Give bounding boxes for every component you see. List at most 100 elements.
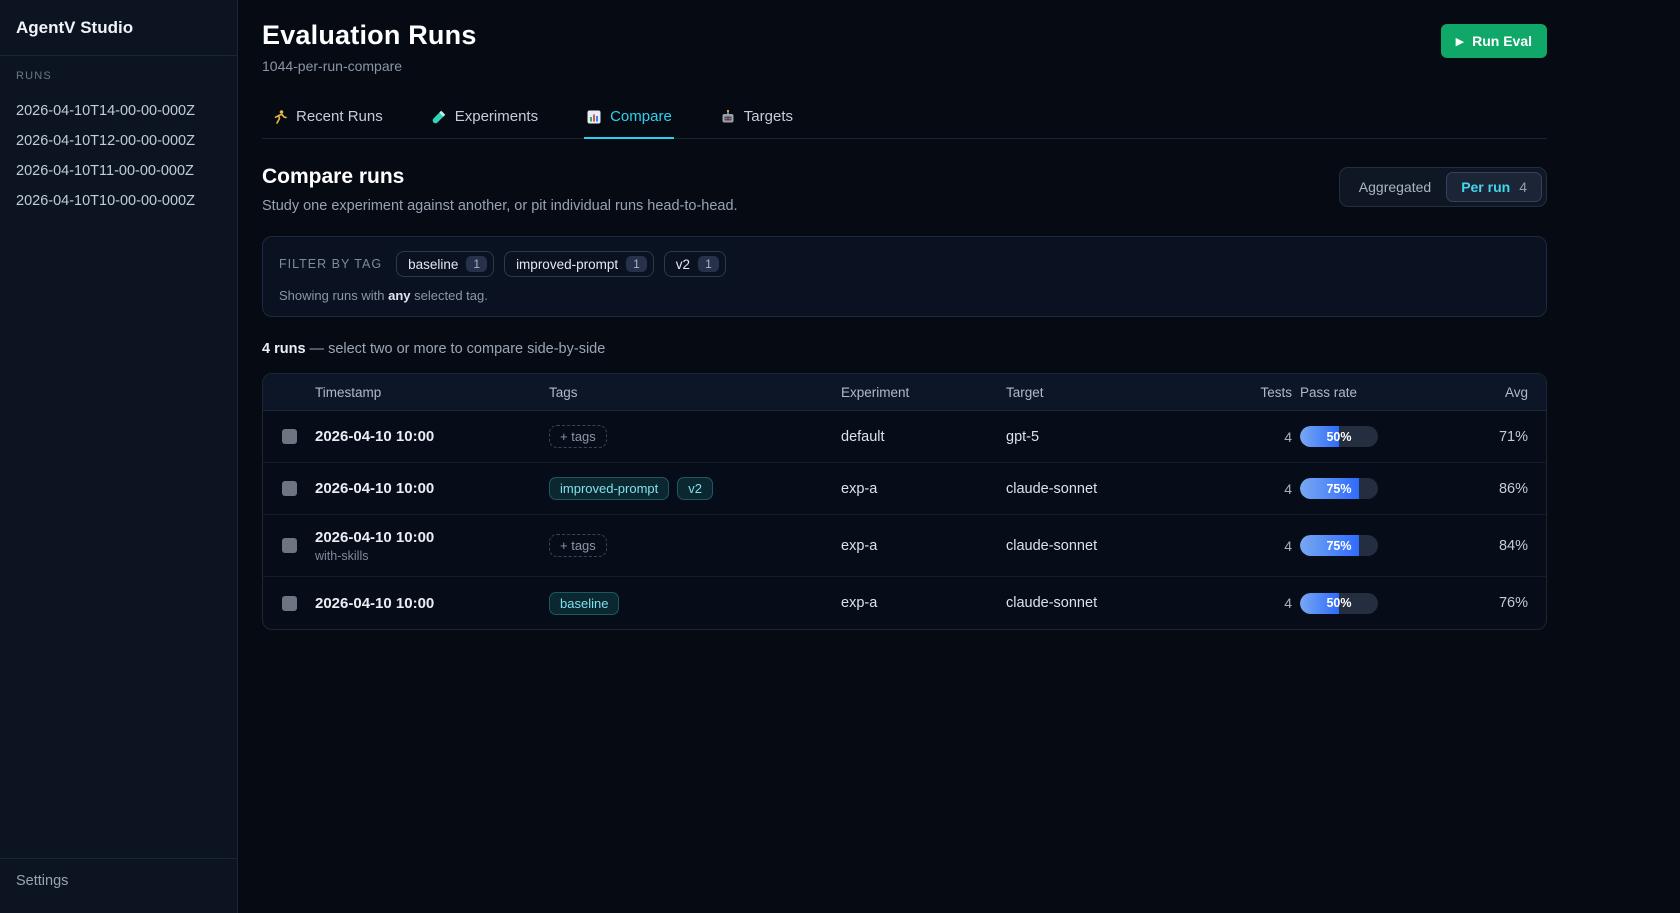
run-target: claude-sonnet [1006,538,1230,554]
pass-rate-pill: 50% [1300,426,1378,447]
run-avg: 71% [1442,429,1528,445]
tab-compare[interactable]: Compare [584,100,674,139]
run-subtitle: with-skills [315,549,549,563]
run-tests: 4 [1230,538,1292,554]
tab-experiments[interactable]: Experiments [429,100,540,139]
app-root: AgentV Studio RUNS 2026-04-10T14-00-00-0… [0,0,1680,913]
pass-rate-pill: 50% [1300,593,1378,614]
col-avg: Avg [1442,385,1528,400]
tab-label: Targets [744,108,793,125]
run-tests: 4 [1230,481,1292,497]
run-eval-label: Run Eval [1472,33,1532,49]
page-title: Evaluation Runs [262,20,477,51]
table-row[interactable]: 2026-04-10 10:00 + tags default gpt-5 4 … [263,411,1546,463]
pass-rate-label: 75% [1300,478,1378,499]
sidebar-run-item[interactable]: 2026-04-10T12-00-00-000Z [16,126,221,156]
tag-name: v2 [676,257,690,272]
filter-note: Showing runs with any selected tag. [279,288,1530,303]
sidebar-run-item[interactable]: 2026-04-10T11-00-00-000Z [16,156,221,186]
tab-bar: Recent Runs Experiments Compare [262,100,1547,139]
run-tests: 4 [1230,429,1292,445]
page-header: Evaluation Runs 1044-per-run-compare ▶ R… [262,20,1547,74]
tag-count-badge: 1 [626,256,647,272]
run-experiment: default [841,429,1006,445]
run-experiment: exp-a [841,595,1006,611]
pass-rate-pill: 75% [1300,478,1378,499]
tag-name: improved-prompt [516,257,618,272]
per-run-label: Per run [1461,179,1510,195]
app-title: AgentV Studio [0,0,237,56]
run-timestamp: 2026-04-10 10:00 [315,529,549,546]
run-timestamp: 2026-04-10 10:00 [315,480,549,497]
main-content: Evaluation Runs 1044-per-run-compare ▶ R… [238,0,1680,913]
run-target: gpt-5 [1006,429,1230,445]
run-timestamp: 2026-04-10 10:00 [315,595,549,612]
filter-tag-improved-prompt[interactable]: improved-prompt 1 [504,251,654,277]
run-eval-button[interactable]: ▶ Run Eval [1441,24,1547,58]
play-icon: ▶ [1456,35,1464,48]
pass-rate-pill: 75% [1300,535,1378,556]
sidebar: AgentV Studio RUNS 2026-04-10T14-00-00-0… [0,0,238,913]
tab-label: Recent Runs [296,108,383,125]
pass-rate-label: 75% [1300,535,1378,556]
run-experiment: exp-a [841,538,1006,554]
pass-rate-label: 50% [1300,426,1378,447]
col-pass-rate: Pass rate [1292,385,1442,400]
col-experiment: Experiment [841,385,1006,400]
sidebar-footer: Settings [0,858,237,913]
compare-heading: Compare runs [262,165,738,189]
tab-label: Compare [610,108,672,125]
sidebar-runs-section: RUNS 2026-04-10T14-00-00-000Z 2026-04-10… [0,56,237,230]
add-tags-button[interactable]: + tags [549,534,607,557]
tag-name: baseline [408,257,458,272]
runs-summary: 4 runs — select two or more to compare s… [262,341,1547,357]
toggle-per-run[interactable]: Per run 4 [1446,172,1542,202]
bar-chart-icon [586,109,602,125]
run-avg: 76% [1442,595,1528,611]
run-tag[interactable]: improved-prompt [549,477,669,500]
view-mode-toggle: Aggregated Per run 4 [1339,167,1547,207]
col-tags: Tags [549,385,841,400]
tag-count-badge: 1 [698,256,719,272]
test-tube-icon [431,109,447,125]
run-tests: 4 [1230,595,1292,611]
tag-count-badge: 1 [466,256,487,272]
compare-description: Study one experiment against another, or… [262,198,738,214]
run-tag[interactable]: v2 [677,477,713,500]
run-avg: 84% [1442,538,1528,554]
table-row[interactable]: 2026-04-10 10:00 baseline exp-a claude-s… [263,577,1546,629]
run-target: claude-sonnet [1006,481,1230,497]
sidebar-run-item[interactable]: 2026-04-10T10-00-00-000Z [16,186,221,216]
settings-link[interactable]: Settings [16,873,221,889]
tag-filter-card: FILTER BY TAG baseline 1 improved-prompt… [262,236,1547,317]
run-timestamp: 2026-04-10 10:00 [315,428,549,445]
filter-tag-v2[interactable]: v2 1 [664,251,726,277]
runner-icon [272,109,288,125]
run-experiment: exp-a [841,481,1006,497]
table-row[interactable]: 2026-04-10 10:00 with-skills + tags exp-… [263,515,1546,577]
run-tag[interactable]: baseline [549,592,619,615]
row-checkbox[interactable] [282,429,297,444]
tab-label: Experiments [455,108,538,125]
filter-tag-baseline[interactable]: baseline 1 [396,251,494,277]
col-target: Target [1006,385,1230,400]
tab-recent-runs[interactable]: Recent Runs [270,100,385,139]
run-avg: 86% [1442,481,1528,497]
add-tags-button[interactable]: + tags [549,425,607,448]
robot-icon [720,109,736,125]
sidebar-run-item[interactable]: 2026-04-10T14-00-00-000Z [16,96,221,126]
per-run-count: 4 [1519,179,1527,195]
row-checkbox[interactable] [282,481,297,496]
row-checkbox[interactable] [282,596,297,611]
runs-section-label: RUNS [16,70,221,82]
row-checkbox[interactable] [282,538,297,553]
filter-by-tag-label: FILTER BY TAG [279,257,382,271]
runs-table: Timestamp Tags Experiment Target Tests P… [262,373,1547,630]
run-target: claude-sonnet [1006,595,1230,611]
tab-targets[interactable]: Targets [718,100,795,139]
compare-section-header: Compare runs Study one experiment agains… [262,165,1547,214]
col-timestamp: Timestamp [315,385,549,400]
table-row[interactable]: 2026-04-10 10:00 improved-prompt v2 exp-… [263,463,1546,515]
toggle-aggregated[interactable]: Aggregated [1344,172,1446,202]
page-subtitle: 1044-per-run-compare [262,58,477,74]
